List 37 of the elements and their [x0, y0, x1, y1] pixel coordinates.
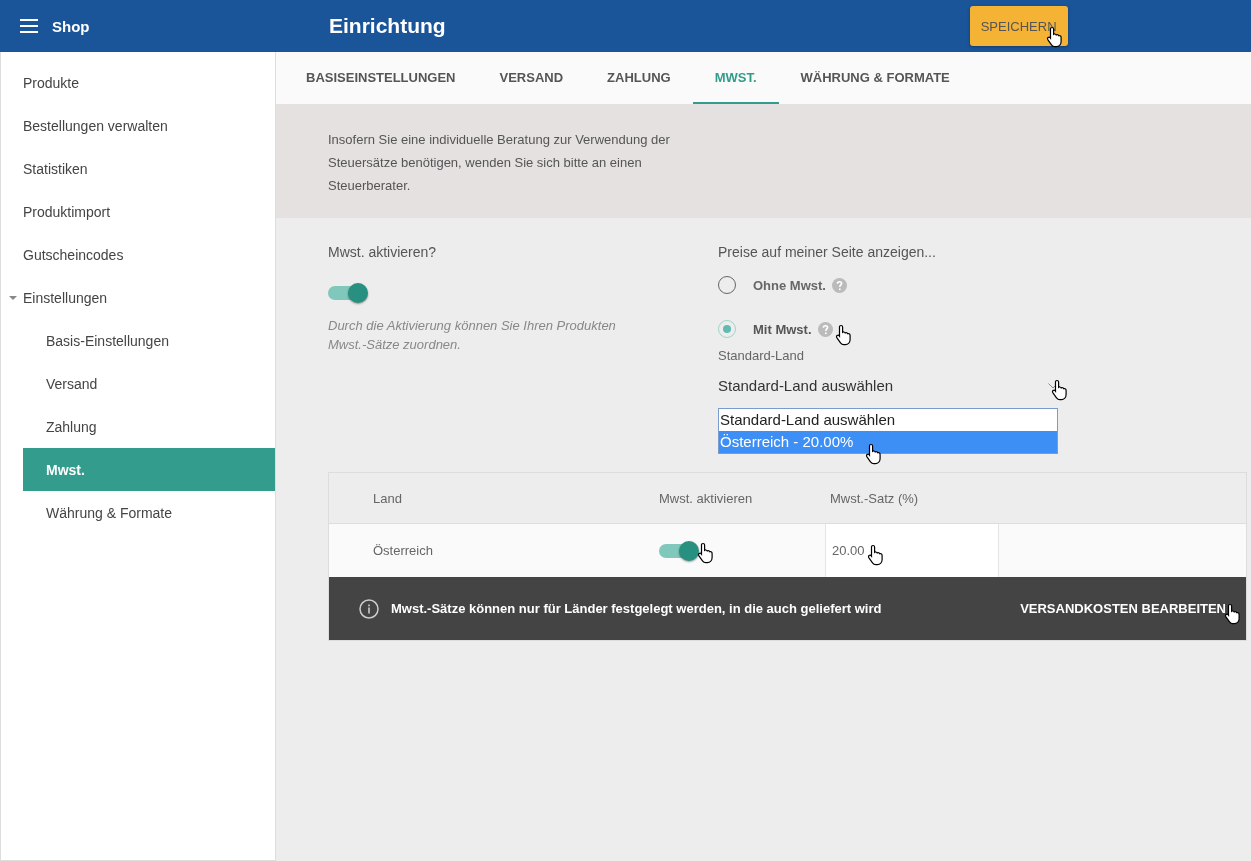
tab[interactable]: ZAHLUNG	[585, 52, 693, 104]
dropdown-option[interactable]: Standard-Land auswählen	[719, 409, 1057, 431]
field-label: Standard-Land	[718, 348, 805, 363]
toggle-switch[interactable]	[328, 286, 366, 300]
hint-text: Durch die Aktivierung können Sie Ihren Produkten Mwst.-Sätze zuordnen.	[328, 317, 617, 354]
sidebar-item[interactable]: Zahlung	[1, 405, 275, 448]
banner-text: Mwst.-Sätze können nur für Länder festgelegt werden, in die auch geliefert wird	[391, 601, 883, 616]
sidebar-item[interactable]: Währung & Formate	[1, 491, 275, 534]
tab[interactable]: VERSAND	[477, 52, 586, 104]
column-header: Mwst. aktivieren	[659, 490, 754, 506]
save-button[interactable]: SPEICHERN	[969, 6, 1068, 46]
app-title: Shop	[52, 17, 90, 35]
table-cell-text: Österreich	[372, 542, 434, 560]
radio-label[interactable]: Ohne Mwst.	[753, 277, 826, 293]
sidebar-item[interactable]: Einstellungen	[1, 276, 275, 319]
sidebar-item[interactable]: Bestellungen verwalten	[1, 104, 275, 147]
notice-text: Insofern Sie eine individuelle Beratung zur Verwendung der Steuersätze benötigen, wenden Sie sich bitte an einen Steuerberater.	[328, 131, 671, 195]
info-icon	[359, 598, 379, 619]
page-title: Einrichtung	[329, 14, 446, 38]
field-label: Preise auf meiner Seite anzeigen...	[718, 244, 937, 260]
sidebar-item[interactable]: Statistiken	[1, 147, 275, 190]
rate-input[interactable]: 20.00	[825, 524, 999, 577]
tab[interactable]: BASISEINSTELLUNGEN	[284, 52, 478, 104]
column-header: Mwst.-Satz (%)	[829, 490, 920, 506]
tab[interactable]: WÄHRUNG & FORMATE	[778, 52, 972, 104]
sidebar-item[interactable]: Produktimport	[1, 190, 275, 233]
menu-icon[interactable]	[20, 19, 38, 33]
sidebar-item[interactable]: Versand	[1, 362, 275, 405]
toggle-switch[interactable]	[659, 543, 697, 558]
country-select[interactable]: Standard-Land auswählen	[718, 377, 1048, 394]
sidebar-item[interactable]: Gutscheincodes	[1, 233, 275, 276]
field-label: Mwst. aktivieren?	[328, 244, 438, 260]
column-header: Land	[372, 490, 403, 506]
edit-shipping-link[interactable]: VERSANDKOSTEN BEARBEITEN	[1020, 601, 1226, 616]
sidebar-item[interactable]: Produkte	[1, 61, 275, 104]
radio-label[interactable]: Mit Mwst.	[753, 321, 812, 337]
sidebar-item[interactable]: Basis-Einstellungen	[1, 319, 275, 362]
